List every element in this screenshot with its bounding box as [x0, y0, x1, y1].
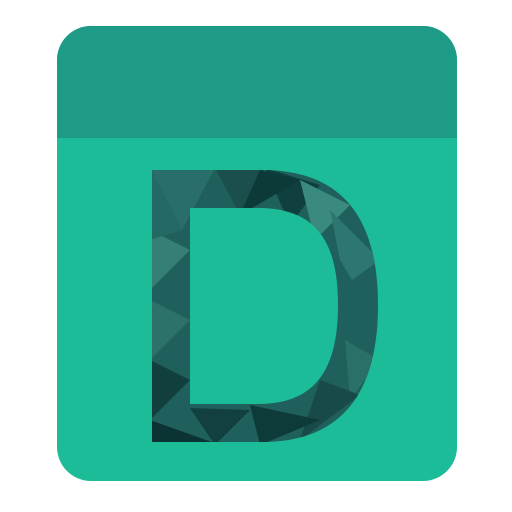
letter-d-app-icon	[57, 26, 457, 481]
app-icon	[0, 0, 512, 512]
card-header-band	[57, 26, 457, 138]
